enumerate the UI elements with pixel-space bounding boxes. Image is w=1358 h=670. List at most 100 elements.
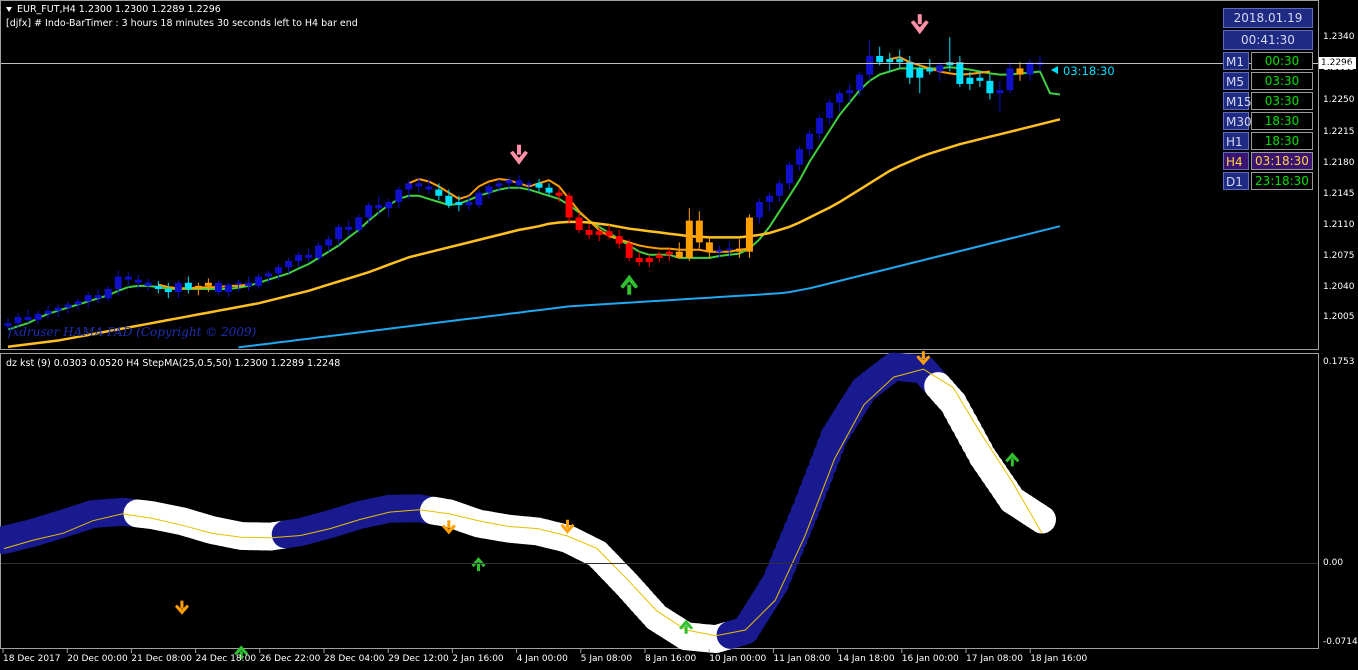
time-tick: 28 Dec 04:00	[324, 654, 385, 664]
candle-body	[525, 183, 533, 186]
candle-body	[325, 239, 333, 246]
candle-body	[134, 279, 142, 283]
time-tick: 20 Dec 00:00	[67, 654, 128, 664]
candle-body	[465, 201, 473, 206]
candle-body	[244, 282, 252, 286]
timeframe-countdown: 03:30	[1251, 92, 1313, 110]
candle-body	[715, 249, 723, 252]
main-chart-frame	[0, 0, 1319, 350]
candle-body	[545, 187, 553, 193]
candle-body	[1006, 68, 1014, 91]
candle-body	[755, 201, 763, 218]
candle-body	[575, 217, 583, 230]
timeframe-label: M5	[1223, 72, 1249, 90]
kst-dot	[1028, 505, 1056, 534]
price-tick: 1.2145	[1323, 188, 1355, 199]
candle-body	[485, 186, 493, 193]
candle-body	[595, 231, 603, 235]
candle-body	[455, 201, 463, 206]
panel-time: 00:41:30	[1223, 30, 1313, 50]
timeframe-row-m5: M5 03:30	[1223, 72, 1313, 90]
candle-body	[936, 65, 944, 72]
candle-body	[54, 307, 62, 311]
candle-body	[495, 183, 503, 187]
candle-body	[144, 282, 152, 286]
candle-body	[154, 285, 162, 289]
price-tick: 1.2250	[1323, 95, 1355, 106]
price-tick: 1.2180	[1323, 157, 1355, 168]
candle-body	[695, 220, 703, 243]
candle-body	[655, 254, 663, 258]
candle-body	[645, 257, 653, 263]
candle-body	[745, 217, 753, 252]
time-tick: 5 Jan 08:00	[580, 654, 633, 664]
watermark: fxdruser HAMA PAD (Copyright © 2009)	[8, 325, 257, 339]
timeframe-countdown: 23:18:30	[1251, 172, 1313, 190]
candle-body	[886, 59, 894, 63]
candle-body	[194, 285, 202, 289]
time-tick: 11 Jan 08:00	[773, 654, 831, 664]
candle-body	[74, 301, 82, 305]
collapse-triangle-icon[interactable]	[6, 7, 12, 12]
candle-body	[816, 118, 824, 134]
time-tick: 16 Jan 00:00	[901, 654, 959, 664]
price-tick: 1.2075	[1323, 251, 1355, 262]
candle-body	[275, 267, 283, 274]
candle-body	[234, 282, 242, 285]
candle-body	[214, 282, 222, 293]
timeframe-label: M1	[1223, 52, 1249, 70]
candle-body	[164, 288, 172, 293]
price-tick: 1.2215	[1323, 126, 1355, 137]
candle-body	[685, 220, 693, 258]
price-tick: 1.2110	[1323, 220, 1355, 231]
panel-date: 2018.01.19	[1223, 8, 1313, 28]
time-tick: 2 Jan 16:00	[452, 654, 504, 664]
candle-body	[866, 55, 874, 75]
candle-body	[24, 316, 32, 321]
candle-body	[725, 248, 733, 251]
candle-body	[44, 310, 52, 314]
candle-body	[806, 133, 814, 150]
candle-body	[34, 313, 42, 321]
candle-body	[876, 55, 884, 63]
candle-body	[14, 316, 22, 324]
price-tick: 1.2040	[1323, 282, 1355, 293]
price-tick: 1.2340	[1323, 32, 1355, 43]
bar-timer-text: [djfx] # Indo-BarTimer : 3 hours 18 minu…	[6, 18, 358, 29]
timeframe-label: D1	[1223, 172, 1249, 190]
indicator-tick: 0.00	[1323, 558, 1344, 568]
timeframe-row-h4: H4 03:18:30	[1223, 152, 1313, 170]
time-tick: 4 Jan 00:00	[516, 654, 568, 664]
candle-body	[315, 245, 323, 258]
timeframe-label: H4	[1223, 152, 1249, 170]
candle-body	[254, 276, 262, 286]
timeframe-countdown: 03:18:30	[1251, 152, 1313, 170]
candle-body	[505, 180, 513, 184]
candle-body	[224, 284, 232, 293]
candle-body	[365, 205, 373, 218]
candle-body	[515, 180, 523, 186]
chart-title-text: EUR_FUT,H4 1.2300 1.2300 1.2289 1.2296	[17, 4, 221, 15]
candle-body	[956, 62, 964, 84]
candle-body	[184, 282, 192, 289]
candle-body	[375, 205, 383, 209]
candle-body	[415, 183, 423, 187]
chart-title: EUR_FUT,H4 1.2300 1.2300 1.2289 1.2296	[6, 4, 221, 15]
candle-body	[555, 192, 563, 196]
timeframe-countdown: 03:30	[1251, 72, 1313, 90]
candle-body	[796, 149, 804, 165]
price-tick: 1.2005	[1323, 311, 1355, 322]
candle-body	[665, 251, 673, 255]
time-tick: 21 Dec 08:00	[131, 654, 192, 664]
candle-body	[976, 77, 984, 81]
countdown-label: 03:18:30	[1063, 64, 1115, 78]
time-tick: 18 Dec 2017	[3, 654, 61, 664]
candle-body	[605, 231, 613, 237]
candle-body	[966, 77, 974, 84]
time-tick: 26 Dec 22:00	[259, 654, 321, 664]
candle-body	[385, 201, 393, 209]
candle-body	[285, 261, 293, 268]
timeframe-countdown: 00:30	[1251, 52, 1313, 70]
candle-body	[625, 243, 633, 258]
candle-body	[856, 74, 864, 91]
